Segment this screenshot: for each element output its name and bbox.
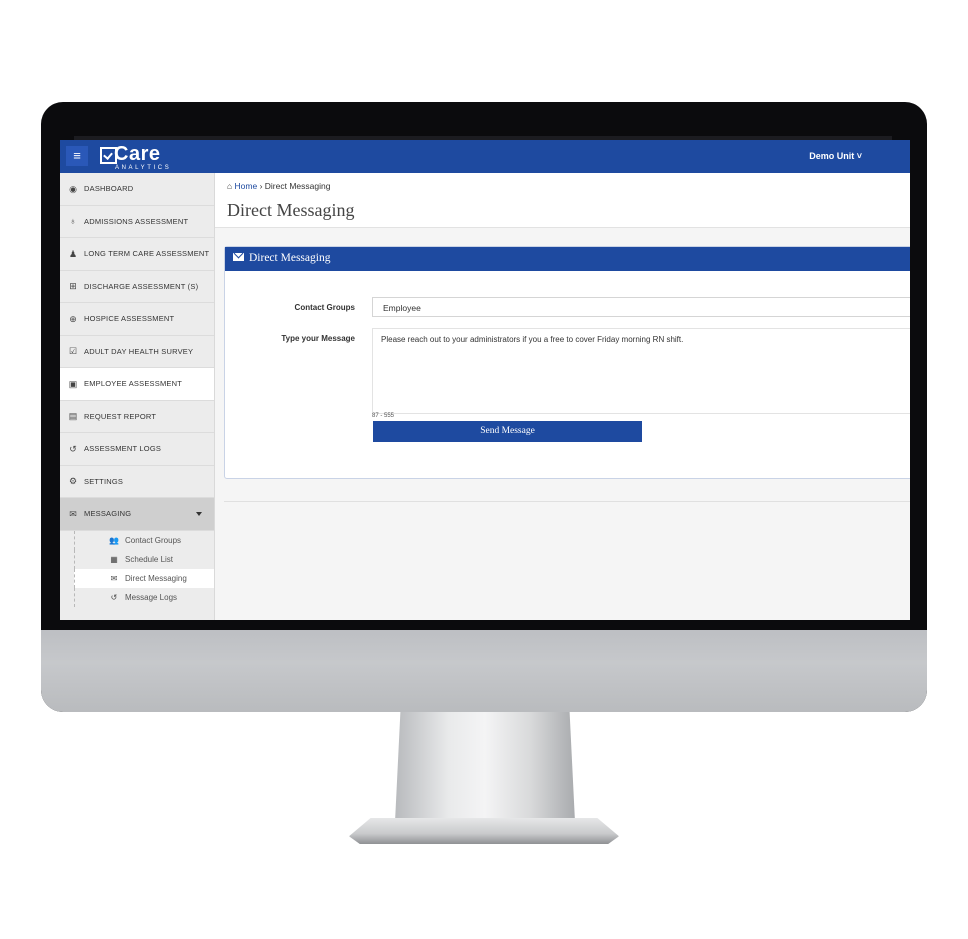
stethoscope-icon: ♁ xyxy=(69,216,77,227)
monitor-stand-neck xyxy=(395,712,575,822)
sidebar-item-label: DASHBOARD xyxy=(84,184,134,194)
pdf-file-icon: ▤ xyxy=(68,411,78,422)
sidebar-item-long-term-care-assessment[interactable]: ♟ LONG TERM CARE ASSESSMENT xyxy=(60,238,214,271)
history-icon: ↺ xyxy=(69,443,77,454)
sidebar-item-label: EMPLOYEE ASSESSMENT xyxy=(84,379,182,389)
sidebar-item-label: SETTINGS xyxy=(84,476,124,486)
top-navbar: ≡ Care ANALYTICS Demo Unit ˅ xyxy=(60,140,910,173)
contact-groups-select[interactable]: Employee xyxy=(372,297,910,317)
submenu-item-label: Contact Groups xyxy=(125,535,182,545)
contact-groups-label: Contact Groups xyxy=(294,303,355,312)
sidebar-item-label: HOSPICE ASSESSMENT xyxy=(84,314,175,324)
logo-wordmark: Care xyxy=(114,143,161,165)
panel-header: Direct Messaging xyxy=(225,247,910,271)
dashboard-icon: ◉ xyxy=(69,183,77,194)
sidebar-item-label: LONG TERM CARE ASSESSMENT xyxy=(84,249,210,259)
sidebar-item-messaging[interactable]: ✉ MESSAGING xyxy=(60,498,214,531)
panel-title: Direct Messaging xyxy=(249,252,331,264)
sidebar-item-assessment-logs[interactable]: ↺ ASSESSMENT LOGS xyxy=(60,433,214,466)
message-label: Type your Message xyxy=(281,334,355,343)
envelope-icon: ✉ xyxy=(69,508,77,519)
sidebar-item-request-report[interactable]: ▤ REQUEST REPORT xyxy=(60,401,214,433)
gears-icon: ⚙ xyxy=(68,476,78,487)
submenu-item-direct-messaging[interactable]: ✉ Direct Messaging xyxy=(74,568,214,588)
sidebar-item-hospice-assessment[interactable]: ⊕ HOSPICE ASSESSMENT xyxy=(60,303,214,336)
sidebar-item-label: DISCHARGE ASSESSMENT (S) xyxy=(84,281,199,291)
medkit-icon: ▣ xyxy=(68,378,78,389)
submenu-item-schedule-list[interactable]: ▦ Schedule List xyxy=(74,549,214,569)
submenu-item-label: Schedule List xyxy=(125,554,174,564)
plus-circle-icon: ⊕ xyxy=(69,313,77,324)
user-menu-label: Demo Unit xyxy=(809,151,855,161)
breadcrumb-home-link[interactable]: Home xyxy=(235,181,258,191)
monitor-chin xyxy=(41,630,927,712)
sidebar-item-dashboard[interactable]: ◉ DASHBOARD xyxy=(60,173,214,206)
submenu-item-message-logs[interactable]: ↺ Message Logs xyxy=(74,587,214,607)
submenu-item-contact-groups[interactable]: 👥 Contact Groups xyxy=(74,530,214,550)
users-icon: 👥 xyxy=(109,535,119,545)
sidebar-item-label: REQUEST REPORT xyxy=(84,411,157,421)
checkbox-icon: ☑ xyxy=(68,346,78,357)
envelope-icon xyxy=(233,253,244,261)
sidebar-item-employee-assessment[interactable]: ▣ EMPLOYEE ASSESSMENT xyxy=(60,368,214,401)
caret-down-icon xyxy=(196,512,202,516)
envelope-icon: ✉ xyxy=(110,573,118,583)
sidebar-item-admissions-assessment[interactable]: ♁ ADMISSIONS ASSESSMENT xyxy=(60,206,214,238)
page-header: ⌂ Home › Direct Messaging Direct Messagi… xyxy=(215,173,910,228)
submenu-item-label: Direct Messaging xyxy=(125,573,187,583)
user-menu[interactable]: Demo Unit ˅ xyxy=(809,151,862,161)
history-icon: ↺ xyxy=(110,592,118,602)
sidebar-item-label: ADMISSIONS ASSESSMENT xyxy=(84,216,189,226)
main-content: ⌂ Home › Direct Messaging Direct Messagi… xyxy=(215,173,910,620)
sidebar-item-discharge-assessment[interactable]: ⊞ DISCHARGE ASSESSMENT (S) xyxy=(60,271,214,303)
home-icon: ⌂ xyxy=(227,181,233,191)
messaging-submenu: 👥 Contact Groups ▦ Schedule List ✉ Direc… xyxy=(60,530,214,607)
sidebar-item-adult-day-health-survey[interactable]: ☑ ADULT DAY HEALTH SURVEY xyxy=(60,336,214,368)
page-title: Direct Messaging xyxy=(227,200,355,220)
sidebar-item-label: ADULT DAY HEALTH SURVEY xyxy=(84,346,194,356)
sidebar-item-label: ASSESSMENT LOGS xyxy=(84,444,162,454)
character-counter: 87 - 555 xyxy=(372,413,395,419)
content-divider xyxy=(224,501,910,502)
plus-square-icon: ⊞ xyxy=(69,281,77,292)
direct-messaging-panel: Direct Messaging Contact Groups Employee… xyxy=(224,246,910,479)
logo-subtext: ANALYTICS xyxy=(115,165,172,171)
send-message-button[interactable]: Send Message xyxy=(373,421,642,442)
sidebar-item-settings[interactable]: ⚙ SETTINGS xyxy=(60,466,214,498)
monitor-stand-base xyxy=(349,818,619,844)
breadcrumb-current: Direct Messaging xyxy=(264,181,331,191)
breadcrumb: ⌂ Home › Direct Messaging xyxy=(227,181,330,191)
user-nurse-icon: ♟ xyxy=(68,248,78,259)
message-textarea[interactable]: Please reach out to your administrators … xyxy=(372,328,910,414)
calendar-icon: ▦ xyxy=(110,554,118,564)
hamburger-icon[interactable]: ≡ xyxy=(66,146,88,166)
sidebar: ◉ DASHBOARD ♁ ADMISSIONS ASSESSMENT ♟ LO… xyxy=(60,173,215,620)
submenu-item-label: Message Logs xyxy=(125,592,178,602)
sidebar-item-label: MESSAGING xyxy=(84,509,132,519)
app-screen: ≡ Care ANALYTICS Demo Unit ˅ ◉ DASHBOARD… xyxy=(60,140,910,620)
chevron-down-icon: ˅ xyxy=(856,151,862,161)
